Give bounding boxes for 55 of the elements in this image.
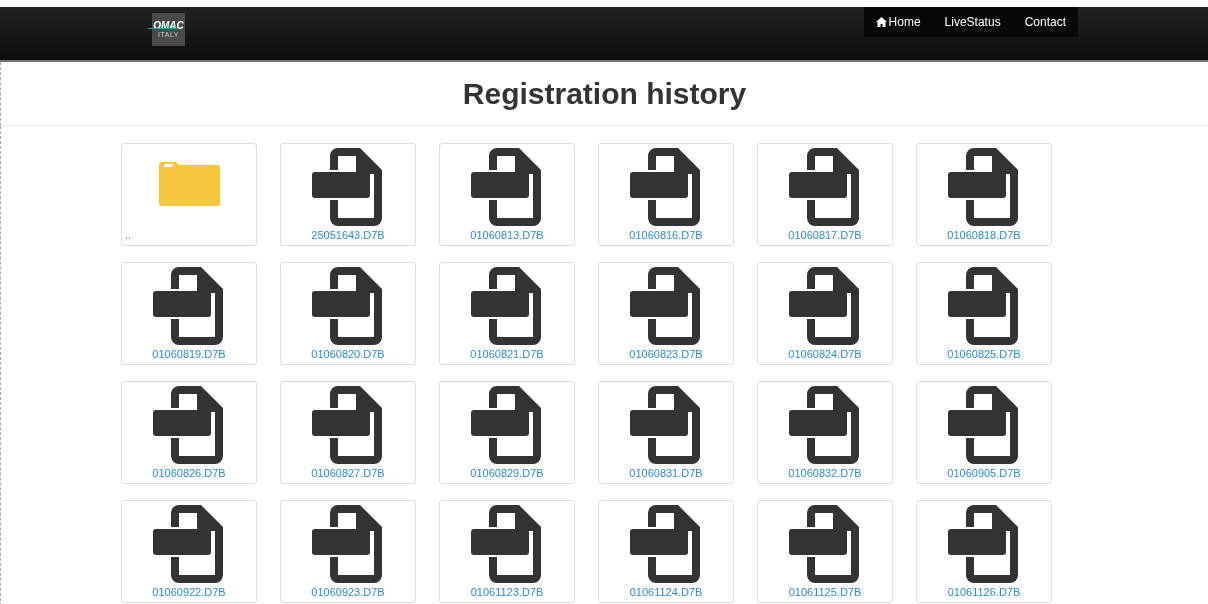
file-name: 01060821.D7B [470,348,544,361]
file-name: 01060827.D7B [311,467,385,480]
file-card[interactable]: 01061125.D7B [757,500,893,603]
file-card[interactable]: 01061123.D7B [439,500,575,603]
nav-link[interactable]: Contact [1012,7,1078,37]
file-card[interactable]: 01060821.D7B [439,262,575,365]
file-card[interactable]: 01060824.D7B [757,262,893,365]
file-card[interactable]: 01060817.D7B [757,143,893,246]
file-card[interactable]: 01061124.D7B [598,500,734,603]
file-name: 01060922.D7B [152,586,226,599]
file-name: 01061125.D7B [788,586,862,599]
file-name: 01060813.D7B [470,229,544,242]
file-name: 01060826.D7B [152,467,226,480]
file-card[interactable]: 01060826.D7B [121,381,257,484]
file-name: 01060820.D7B [311,348,385,361]
file-name: 01061124.D7B [629,586,703,599]
folder-icon [157,161,221,207]
file-card[interactable]: 01060818.D7B [916,143,1052,246]
file-name: 01060817.D7B [788,229,862,242]
file-name: 01060818.D7B [947,229,1021,242]
file-name: 01060832.D7B [788,467,862,480]
file-card[interactable]: 01060827.D7B [280,381,416,484]
file-name: 01060819.D7B [152,348,226,361]
file-name: 25051643.D7B [311,229,385,242]
file-name: 01060823.D7B [629,348,703,361]
file-card[interactable]: 01060823.D7B [598,262,734,365]
file-card[interactable]: 01060813.D7B [439,143,575,246]
file-card[interactable]: 01060832.D7B [757,381,893,484]
file-name: 01060824.D7B [788,348,862,361]
file-card[interactable]: 01060923.D7B [280,500,416,603]
file-name: .. [125,229,132,242]
file-card[interactable]: 01060820.D7B [280,262,416,365]
file-card[interactable]: 01060831.D7B [598,381,734,484]
file-name: 01060825.D7B [947,348,1021,361]
file-card[interactable]: 01060825.D7B [916,262,1052,365]
file-card[interactable]: 01060829.D7B [439,381,575,484]
file-name: 01060829.D7B [470,467,544,480]
file-card[interactable]: 25051643.D7B [280,143,416,246]
file-card[interactable]: 01060905.D7B [916,381,1052,484]
file-card[interactable]: 01061126.D7B [916,500,1052,603]
file-name: 01060816.D7B [629,229,703,242]
file-name: 01061126.D7B [947,586,1021,599]
file-card[interactable]: 01060819.D7B [121,262,257,365]
file-card[interactable]: 01060922.D7B [121,500,257,603]
file-name: 01061123.D7B [470,586,544,599]
file-name: 01060831.D7B [629,467,703,480]
file-name: 01060923.D7B [311,586,385,599]
file-card[interactable]: 01060816.D7B [598,143,734,246]
swoosh-icon [148,27,178,30]
nav-link[interactable]: LiveStatus [932,7,1013,37]
home-icon [875,17,887,27]
file-name: 01060905.D7B [947,467,1021,480]
nav-link[interactable]: Home [863,7,933,37]
page-title: Registration history [462,76,747,111]
folder-card[interactable]: .. [121,143,257,246]
